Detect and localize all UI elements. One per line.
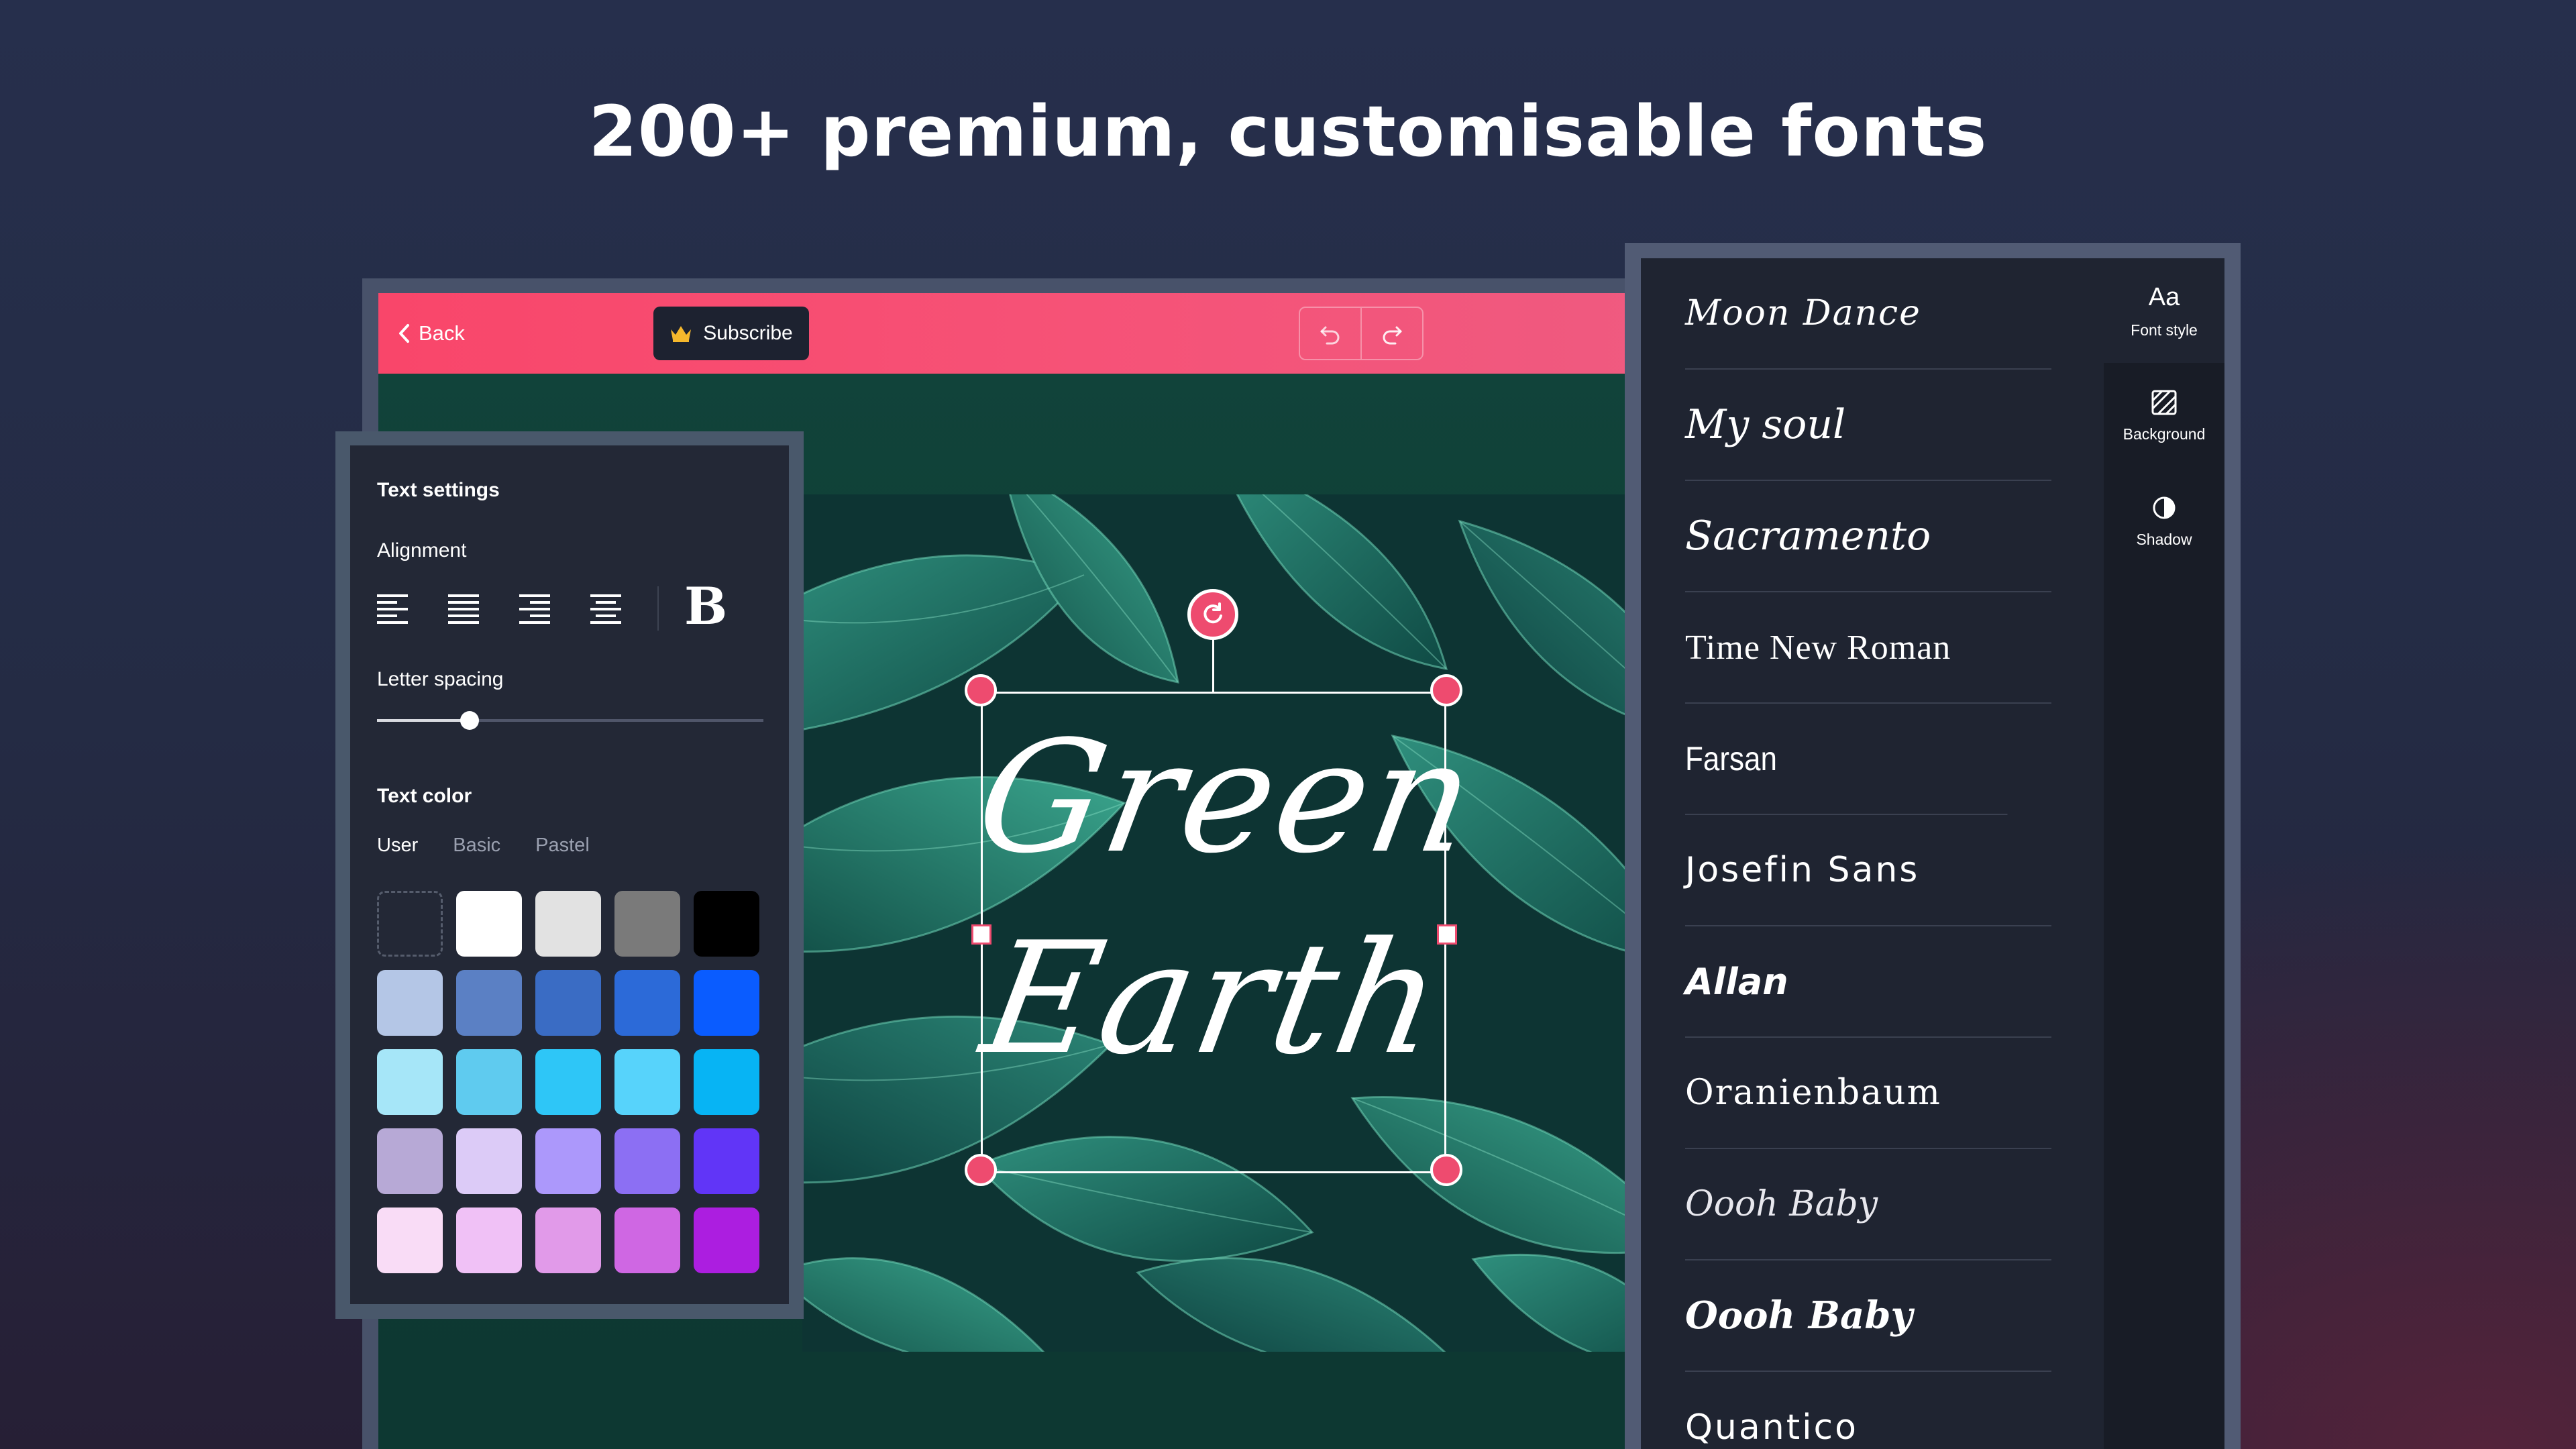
align-justify-icon[interactable]: [445, 589, 482, 625]
color-swatch[interactable]: [456, 1208, 522, 1273]
color-swatch[interactable]: [456, 970, 522, 1036]
swatch-empty-custom[interactable]: [377, 891, 443, 957]
color-swatch[interactable]: [535, 1208, 601, 1273]
color-swatch[interactable]: [377, 1049, 443, 1115]
undo-icon: [1320, 326, 1340, 345]
subscribe-button[interactable]: Subscribe: [653, 307, 809, 360]
color-swatch[interactable]: [694, 1049, 759, 1115]
text-settings-title: Text settings: [377, 479, 500, 501]
side-menu: Aa Font style Background Shadow: [2104, 258, 2224, 1449]
background-pattern-icon: [2151, 390, 2177, 415]
font-item-farsan[interactable]: Farsan: [1685, 704, 2008, 815]
align-right-icon[interactable]: [517, 589, 553, 625]
font-item-josefin-sans[interactable]: Josefin Sans: [1685, 815, 2051, 926]
color-swatch[interactable]: [614, 891, 680, 957]
color-swatch[interactable]: [694, 891, 759, 957]
text-settings-panel: Text settings Alignment B Letter spacing…: [350, 445, 789, 1304]
font-item-oranienbaum[interactable]: Oranienbaum: [1685, 1038, 2051, 1149]
color-swatch[interactable]: [614, 1208, 680, 1273]
color-swatch[interactable]: [614, 1128, 680, 1194]
align-center-icon[interactable]: [588, 589, 624, 625]
tab-pastel[interactable]: Pastel: [535, 835, 590, 857]
redo-icon: [1383, 326, 1402, 345]
back-label: Back: [419, 321, 465, 345]
font-item-my-soul[interactable]: My soul: [1685, 370, 2051, 481]
undo-button[interactable]: [1300, 308, 1360, 359]
font-item-oooh-baby-light[interactable]: Oooh Baby: [1685, 1149, 2051, 1260]
redo-button[interactable]: [1360, 308, 1422, 359]
color-swatch[interactable]: [694, 1128, 759, 1194]
color-swatch[interactable]: [456, 1128, 522, 1194]
color-swatch[interactable]: [456, 1049, 522, 1115]
color-tabs: User Basic Pastel: [377, 835, 590, 857]
canvas-text-line-1: Green: [965, 708, 1489, 888]
side-item-background[interactable]: Background: [2104, 389, 2224, 443]
font-item-moon-dance[interactable]: Moon Dance: [1685, 258, 2051, 370]
font-style-icon: Aa: [2148, 283, 2180, 311]
color-swatch[interactable]: [377, 1128, 443, 1194]
side-item-shadow[interactable]: Shadow: [2104, 494, 2224, 549]
align-left-icon[interactable]: [374, 589, 411, 625]
rotate-icon: [1203, 602, 1222, 624]
color-swatch[interactable]: [377, 1208, 443, 1273]
undo-redo-group: [1299, 307, 1424, 360]
color-swatch[interactable]: [614, 1049, 680, 1115]
back-button[interactable]: Back: [397, 319, 465, 348]
bold-button[interactable]: B: [684, 580, 727, 633]
canvas-text-line-2: Earth: [971, 910, 1456, 1089]
alignment-divider: [657, 586, 659, 631]
rotate-handle[interactable]: [1187, 589, 1238, 640]
color-swatch[interactable]: [377, 970, 443, 1036]
alignment-label: Alignment: [377, 539, 467, 561]
chevron-left-icon: [399, 324, 409, 343]
color-swatch[interactable]: [456, 891, 522, 957]
top-toolbar: Back Subscribe: [378, 293, 1657, 374]
shadow-label: Shadow: [2136, 531, 2192, 548]
font-item-sacramento[interactable]: Sacramento: [1685, 481, 2051, 592]
font-item-oooh-baby-bold[interactable]: Oooh Baby: [1685, 1260, 2051, 1372]
tab-basic[interactable]: Basic: [453, 835, 500, 857]
crown-icon: [671, 326, 692, 342]
canvas-text[interactable]: Green Earth: [965, 698, 1489, 1167]
font-item-allan[interactable]: Allan: [1685, 926, 2051, 1038]
page-headline: 200+ premium, customisable fonts: [588, 91, 1988, 172]
tab-user[interactable]: User: [377, 835, 418, 857]
letter-spacing-label: Letter spacing: [377, 668, 504, 690]
font-item-time-new-roman[interactable]: Time New Roman: [1685, 592, 2051, 704]
color-swatch[interactable]: [694, 970, 759, 1036]
background-label: Background: [2123, 425, 2206, 443]
color-swatch[interactable]: [694, 1208, 759, 1273]
shadow-icon: [2153, 496, 2176, 519]
subscribe-label: Subscribe: [703, 322, 793, 344]
color-swatch[interactable]: [535, 1128, 601, 1194]
color-swatch[interactable]: [614, 970, 680, 1036]
color-swatch[interactable]: [535, 891, 601, 957]
letter-spacing-thumb[interactable]: [460, 711, 480, 730]
font-style-label: Font style: [2131, 321, 2198, 339]
text-color-label: Text color: [377, 785, 472, 807]
letter-spacing-fill: [377, 719, 470, 722]
color-swatch[interactable]: [535, 970, 601, 1036]
color-swatch[interactable]: [535, 1049, 601, 1115]
font-panel: Moon Dance My soul Sacramento Time New R…: [1641, 258, 2224, 1449]
side-item-font-style[interactable]: Aa Font style: [2104, 282, 2224, 339]
font-item-quantico[interactable]: Quantico: [1685, 1372, 2051, 1449]
